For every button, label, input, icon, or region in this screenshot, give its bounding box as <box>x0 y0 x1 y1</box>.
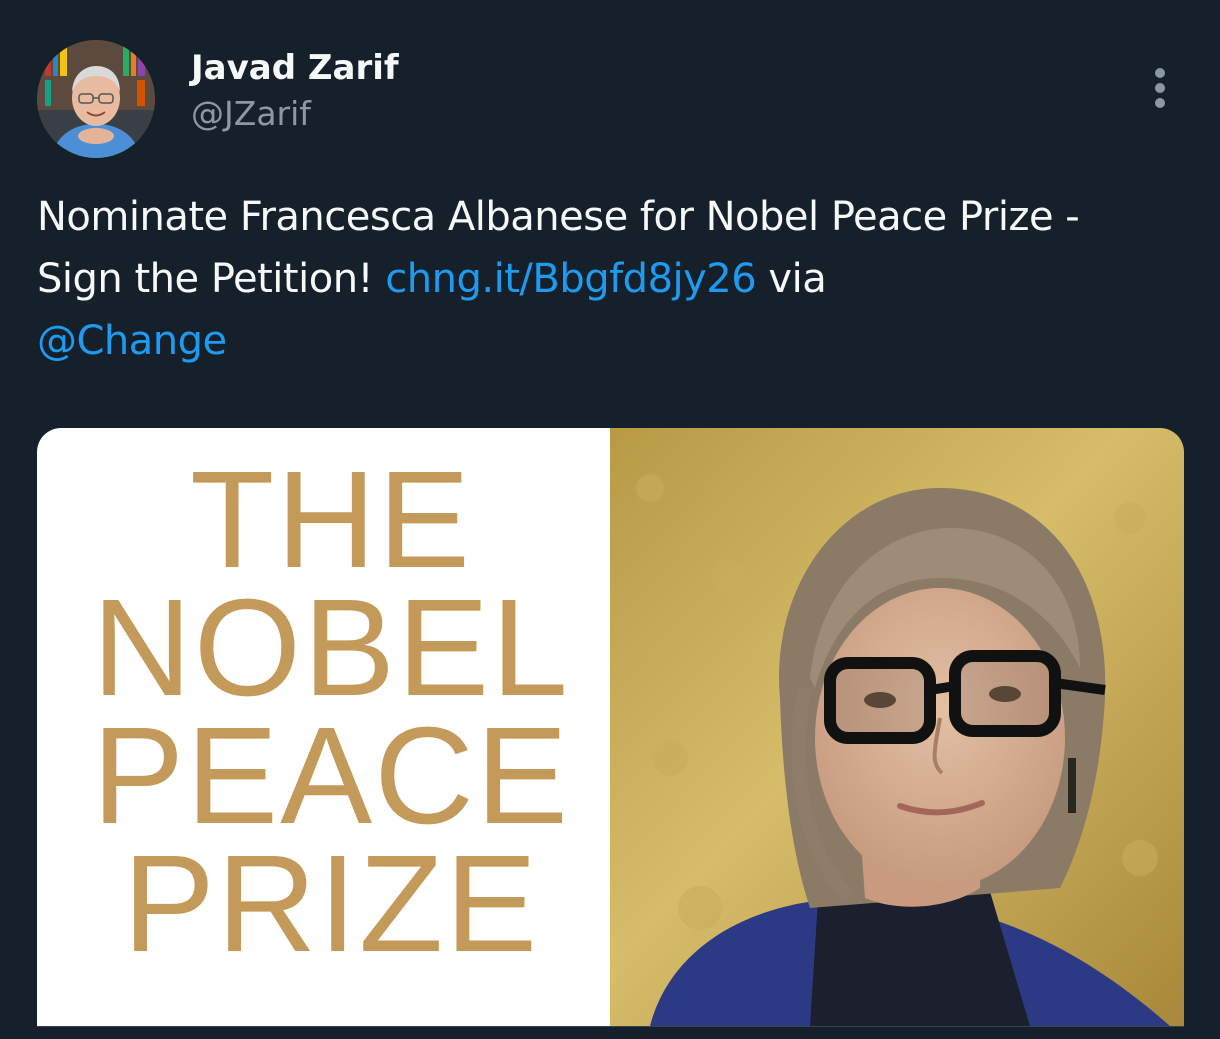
more-options-button[interactable] <box>1130 58 1190 118</box>
prize-line-2: NOBEL <box>92 571 570 725</box>
portrait-photo <box>610 428 1184 1026</box>
more-vertical-icon <box>1155 68 1165 108</box>
prize-line-4: PRIZE <box>122 827 540 981</box>
author-info: Javad Zarif @JZarif <box>191 46 399 136</box>
author-handle[interactable]: @JZarif <box>191 92 399 136</box>
tweet-card: Javad Zarif @JZarif Nominate Francesca A… <box>0 0 1220 1039</box>
author-avatar[interactable] <box>37 40 155 158</box>
tweet-text: Nominate Francesca Albanese for Nobel Pe… <box>37 186 1157 372</box>
nobel-prize-wordmark: THE NOBEL PEACE PRIZE <box>71 443 591 981</box>
change-mention-link[interactable]: @Change <box>37 318 227 364</box>
media-bottom-edge <box>37 1026 1184 1039</box>
petition-link[interactable]: chng.it/Bbgfd8jy26 <box>385 256 756 302</box>
prize-line-1: THE <box>190 443 472 597</box>
prize-line-3: PEACE <box>92 699 570 853</box>
tweet-media-image[interactable]: THE NOBEL PEACE PRIZE <box>37 428 1184 1039</box>
nobel-prize-graphic: THE NOBEL PEACE PRIZE <box>37 428 610 1026</box>
avatar-photo <box>37 40 155 158</box>
author-display-name[interactable]: Javad Zarif <box>191 46 399 90</box>
tweet-text-via: via <box>756 256 827 302</box>
portrait-illustration <box>610 428 1184 1026</box>
